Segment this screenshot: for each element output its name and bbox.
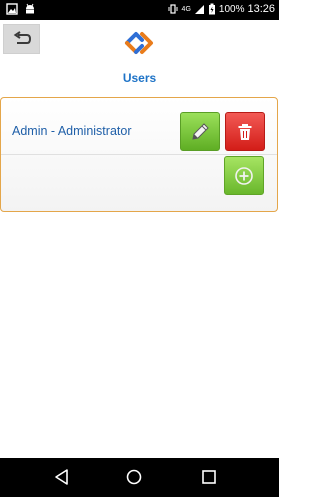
signal-icon xyxy=(194,5,204,14)
user-row: Admin - Administrator xyxy=(1,110,277,155)
system-indicators: 4G 100% 13:26 xyxy=(167,3,275,15)
android-icon xyxy=(26,3,34,14)
network-type: 4G xyxy=(181,5,191,13)
pencil-icon xyxy=(192,122,209,140)
delete-user-button[interactable] xyxy=(225,112,265,151)
image-notification-icon xyxy=(6,3,18,15)
page-title: Users xyxy=(122,71,157,85)
app-logo xyxy=(125,32,153,54)
nav-home-icon[interactable] xyxy=(125,468,143,486)
back-button[interactable] xyxy=(3,24,40,54)
back-arrow-icon xyxy=(13,31,31,44)
battery-icon xyxy=(208,3,215,15)
clock: 13:26 xyxy=(247,3,275,15)
add-user-button[interactable] xyxy=(224,156,264,195)
notification-icons xyxy=(6,3,36,15)
trash-icon xyxy=(238,123,252,140)
status-bar: 4G 100% 13:26 xyxy=(0,0,279,20)
nav-back-icon[interactable] xyxy=(53,468,71,486)
nav-recents-icon[interactable] xyxy=(200,468,218,486)
vibrate-icon xyxy=(168,4,178,14)
plus-circle-icon xyxy=(235,166,253,185)
navigation-bar xyxy=(0,458,279,497)
user-name: Admin - Administrator xyxy=(12,124,132,138)
users-panel: Admin - Administrator xyxy=(0,97,278,212)
battery-level: 100% xyxy=(218,3,245,15)
edit-user-button[interactable] xyxy=(180,112,220,151)
